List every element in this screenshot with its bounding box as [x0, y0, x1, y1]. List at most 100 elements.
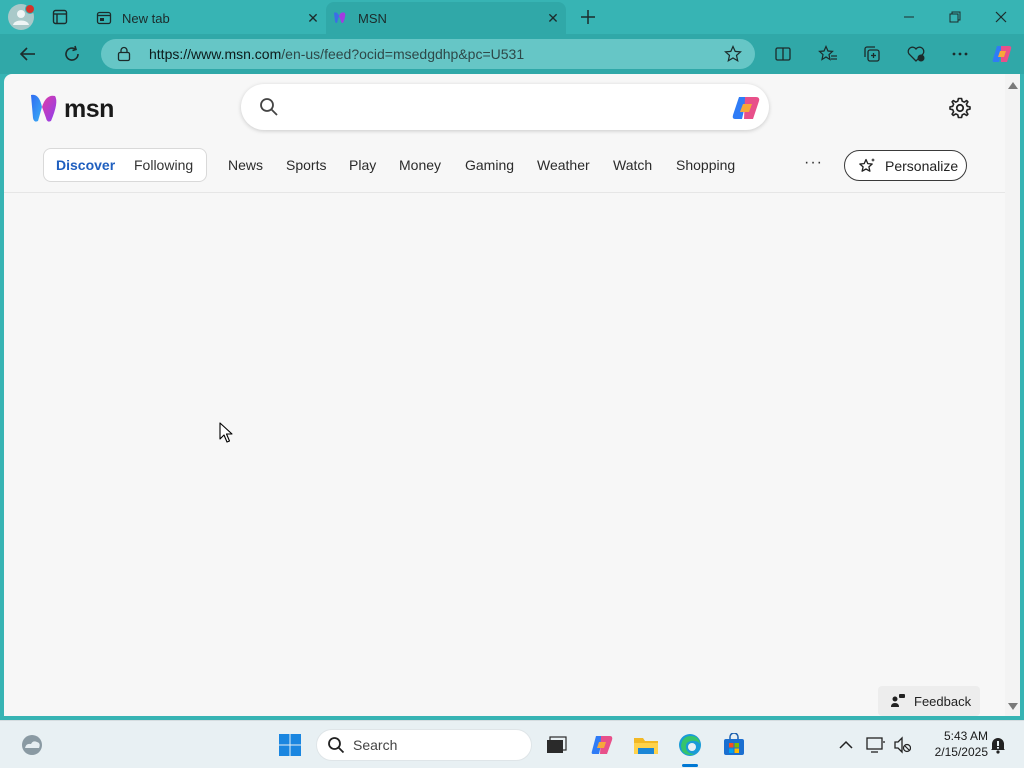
personalize-label: Personalize [885, 157, 959, 174]
feedback-label: Feedback [914, 693, 972, 709]
windows-start-icon [279, 734, 301, 756]
settings-more-button[interactable] [946, 40, 974, 68]
feedback-button[interactable]: Feedback [878, 686, 980, 716]
url-text: https://www.msn.com/en-us/feed?ocid=msed… [149, 46, 525, 62]
chevron-up-icon [839, 740, 853, 749]
nav-watch[interactable]: Watch [613, 157, 652, 173]
file-explorer-icon [634, 738, 658, 754]
settings-gear-icon[interactable] [948, 96, 972, 120]
weather-widget-icon [22, 735, 42, 755]
page-scrollbar[interactable] [1005, 74, 1020, 716]
collections-button[interactable] [858, 40, 886, 68]
browser-toolbar: https://www.msn.com/en-us/feed?ocid=msed… [0, 34, 1024, 74]
notification-bell-icon [991, 738, 1005, 754]
edge-button[interactable] [676, 731, 704, 759]
nav-news[interactable]: News [228, 157, 263, 173]
restore-button[interactable] [932, 0, 978, 34]
tab-msn[interactable]: MSN ✕ [326, 2, 566, 34]
favorite-star-icon[interactable] [719, 40, 747, 68]
close-tab-icon[interactable]: ✕ [540, 5, 566, 31]
copilot-button[interactable] [988, 40, 1016, 68]
speaker-muted-icon [894, 736, 911, 754]
feed-toggle: Discover Following [43, 148, 207, 182]
plus-icon [581, 10, 595, 24]
task-view-icon [547, 736, 567, 753]
minimize-button[interactable] [886, 0, 932, 34]
taskbar: Search 5:43 AM 2/15/2025 [0, 720, 1024, 768]
active-app-indicator [682, 764, 698, 767]
nav-sports[interactable]: Sports [286, 157, 326, 173]
tab-new-tab[interactable]: New tab ✕ [86, 2, 326, 34]
volume-button[interactable] [888, 731, 916, 759]
nav-shopping[interactable]: Shopping [676, 157, 735, 173]
nav-money[interactable]: Money [399, 157, 441, 173]
page-viewport: msn Discover Following News Sports Play … [4, 74, 1005, 716]
store-button[interactable] [720, 731, 748, 759]
tab-strip: New tab ✕ MSN ✕ [0, 0, 1024, 34]
close-window-button[interactable] [978, 0, 1024, 34]
tab-discover[interactable]: Discover [56, 157, 115, 173]
msn-butterfly-icon [31, 94, 57, 122]
nav-play[interactable]: Play [349, 157, 376, 173]
split-screen-icon [775, 47, 791, 61]
restore-icon [949, 11, 961, 23]
file-explorer-button[interactable] [632, 731, 660, 759]
refresh-icon [65, 45, 79, 61]
start-button[interactable] [276, 731, 304, 759]
tab-title: New tab [122, 10, 170, 26]
system-clock[interactable]: 5:43 AM 2/15/2025 [918, 728, 988, 760]
favorites-button[interactable] [814, 40, 842, 68]
taskbar-search-label: Search [353, 737, 398, 753]
favorites-icon [818, 45, 837, 61]
notification-dot [25, 4, 35, 14]
back-button[interactable] [14, 40, 42, 68]
task-view-button[interactable] [542, 731, 570, 759]
personalize-button[interactable]: Personalize [844, 150, 967, 181]
close-icon [995, 11, 1007, 23]
notifications-button[interactable] [984, 731, 1012, 759]
mouse-cursor-icon [219, 422, 233, 443]
search-icon [260, 98, 278, 116]
minimize-icon [904, 16, 914, 18]
scroll-down-icon[interactable] [1008, 703, 1018, 710]
show-hidden-icons-button[interactable] [832, 731, 860, 759]
tab-actions-button[interactable] [50, 7, 70, 27]
tab-following[interactable]: Following [134, 157, 193, 173]
nav-gaming[interactable]: Gaming [465, 157, 514, 173]
more-dots-icon [952, 52, 968, 56]
sparkle-star-icon [857, 156, 877, 176]
network-icon [866, 737, 885, 753]
back-arrow-icon [19, 47, 35, 61]
refresh-button[interactable] [58, 40, 86, 68]
scroll-up-icon[interactable] [1008, 82, 1018, 89]
feedback-icon [891, 694, 905, 707]
address-bar[interactable]: https://www.msn.com/en-us/feed?ocid=msed… [101, 39, 755, 69]
copilot-icon [992, 46, 1012, 62]
collections-icon [864, 46, 880, 62]
edge-icon [679, 734, 701, 756]
msn-logo[interactable]: msn [28, 92, 114, 126]
site-info-icon[interactable] [115, 45, 133, 63]
widgets-button[interactable] [18, 731, 46, 759]
copilot-icon [591, 736, 613, 754]
feed-navigation: Discover Following News Sports Play Mone… [4, 148, 1005, 192]
nav-more-button[interactable]: ··· [804, 154, 823, 172]
search-box[interactable] [241, 84, 769, 130]
close-tab-icon[interactable]: ✕ [300, 5, 326, 31]
store-icon [724, 733, 744, 755]
new-tab-button[interactable] [576, 5, 600, 29]
search-icon [328, 737, 345, 754]
tab-actions-icon [52, 9, 68, 25]
copilot-icon[interactable] [731, 93, 761, 123]
network-button[interactable] [862, 731, 890, 759]
profile-avatar[interactable] [8, 4, 35, 30]
clock-date: 2/15/2025 [934, 745, 988, 759]
clock-time: 5:43 AM [943, 729, 988, 743]
nav-weather[interactable]: Weather [537, 157, 590, 173]
copilot-app-button[interactable] [588, 731, 616, 759]
taskbar-search[interactable]: Search [316, 729, 532, 761]
browser-essentials-button[interactable] [902, 40, 930, 68]
window-border [1020, 74, 1024, 716]
msn-wordmark: msn [64, 94, 114, 123]
split-screen-button[interactable] [769, 40, 797, 68]
